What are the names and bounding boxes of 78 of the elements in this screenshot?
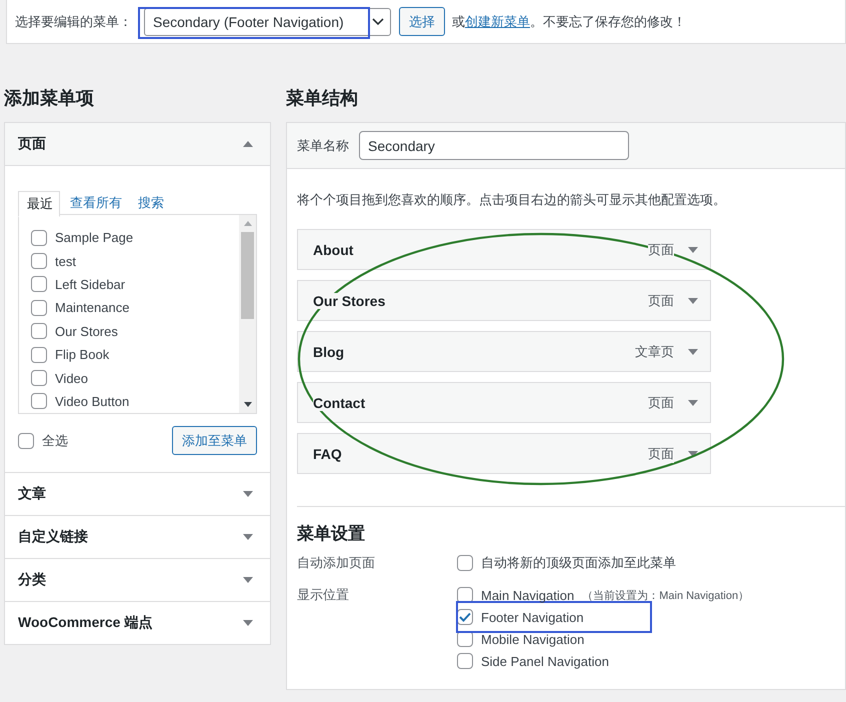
expand-icon bbox=[688, 348, 698, 354]
accordion-header[interactable]: 文章 bbox=[5, 472, 270, 515]
chevron-icon bbox=[372, 18, 384, 26]
menu-item-bar[interactable]: Our Stores 页面 bbox=[297, 280, 711, 321]
scroll-down-icon bbox=[244, 402, 252, 407]
menu-select-label: 选择要编辑的菜单： bbox=[15, 12, 132, 30]
page-label: Left Sidebar bbox=[55, 276, 126, 292]
scrollbar[interactable] bbox=[239, 215, 256, 413]
collapse-icon bbox=[243, 141, 253, 147]
add-to-menu-button[interactable]: 添加至菜单 bbox=[172, 426, 257, 455]
page-label: Our Stores bbox=[55, 324, 118, 339]
instructions-text: 将个个项目拖到您喜欢的顺序。点击项目右边的箭头可显示其他配置选项。 bbox=[297, 191, 727, 209]
page-label: Video bbox=[55, 370, 88, 386]
checkbox[interactable] bbox=[18, 432, 34, 448]
checkbox[interactable] bbox=[457, 609, 473, 625]
note-text: 或创建新菜单。不要忘了保存您的修改！ bbox=[452, 12, 686, 30]
menu-select[interactable]: Secondary (Footer Navigation) bbox=[144, 8, 391, 36]
checkbox[interactable] bbox=[457, 555, 473, 571]
option-label: Side Panel Navigation bbox=[481, 654, 609, 668]
option-label: Footer Navigation bbox=[481, 610, 584, 624]
menu-item-title: About bbox=[313, 242, 354, 258]
menu-item-bar[interactable]: Contact 页面 bbox=[297, 382, 711, 423]
expand-icon bbox=[688, 400, 698, 406]
select-button[interactable]: 选择 bbox=[399, 7, 445, 36]
expand-icon bbox=[243, 491, 253, 497]
menu-item-type: 文章页 bbox=[635, 342, 674, 360]
settings-heading: 菜单设置 bbox=[297, 523, 366, 545]
scroll-thumb[interactable] bbox=[241, 232, 254, 319]
section-heading: 菜单结构 bbox=[286, 87, 359, 110]
menu-item-type: 页面 bbox=[648, 444, 674, 462]
page-label: Video Button bbox=[55, 394, 130, 409]
expand-icon bbox=[243, 620, 253, 626]
page-label: Maintenance bbox=[55, 300, 130, 316]
section-heading: 添加菜单项 bbox=[4, 87, 95, 110]
menu-item-type: 页面 bbox=[648, 394, 674, 412]
checkbox[interactable] bbox=[457, 653, 473, 669]
setting-label: 显示位置 bbox=[297, 586, 350, 604]
menu-name-label: 菜单名称 bbox=[297, 136, 349, 154]
create-menu-link[interactable]: 创建新菜单 bbox=[465, 14, 530, 28]
option-label: 自动将新的顶级页面添加至此菜单 bbox=[481, 554, 676, 572]
page-label: Sample Page bbox=[55, 230, 134, 246]
expand-icon bbox=[243, 577, 253, 583]
checkbox[interactable] bbox=[31, 253, 47, 270]
accordion-header[interactable]: 自定义链接 bbox=[5, 515, 270, 558]
checkbox[interactable] bbox=[31, 300, 47, 316]
expand-icon bbox=[688, 246, 698, 252]
setting-label: 自动添加页面 bbox=[297, 554, 376, 572]
option-label: Main Navigation bbox=[481, 588, 574, 602]
checkbox[interactable] bbox=[31, 230, 47, 246]
checkbox[interactable] bbox=[31, 370, 47, 386]
scroll-up-icon bbox=[244, 221, 252, 226]
expand-icon bbox=[243, 534, 253, 540]
menu-item-title: Our Stores bbox=[313, 292, 386, 308]
menu-name-field[interactable]: Secondary bbox=[359, 131, 629, 160]
checkbox[interactable] bbox=[31, 276, 47, 292]
option-label: Mobile Navigation bbox=[481, 632, 584, 646]
tab[interactable]: 最近 bbox=[18, 191, 60, 217]
tab[interactable]: 搜索 bbox=[130, 191, 170, 215]
menu-item-bar[interactable]: FAQ 页面 bbox=[297, 433, 711, 474]
menu-item-type: 页面 bbox=[648, 292, 674, 310]
accordion-header[interactable]: 分类 bbox=[5, 558, 270, 601]
page-label: Flip Book bbox=[55, 347, 110, 362]
expand-icon bbox=[688, 450, 698, 456]
expand-icon bbox=[688, 298, 698, 304]
menu-item-bar[interactable]: Blog 文章页 bbox=[297, 331, 711, 372]
menu-item-bar[interactable]: About 页面 bbox=[297, 229, 711, 270]
accordion-header[interactable]: 页面 bbox=[5, 123, 270, 166]
check-icon bbox=[459, 612, 471, 622]
menu-item-title: Blog bbox=[313, 344, 344, 360]
page-label: test bbox=[55, 254, 76, 269]
menu-item-type: 页面 bbox=[648, 240, 674, 258]
accordion-header[interactable]: WooCommerce 端点 bbox=[5, 601, 270, 644]
select-all-label: 全选 bbox=[42, 432, 68, 450]
checkbox[interactable] bbox=[31, 346, 47, 363]
option-note: （当前设置为：Main Navigation） bbox=[582, 588, 750, 602]
tab[interactable]: 查看所有 bbox=[62, 191, 128, 215]
checkbox[interactable] bbox=[31, 323, 47, 340]
checkbox[interactable] bbox=[31, 393, 47, 410]
